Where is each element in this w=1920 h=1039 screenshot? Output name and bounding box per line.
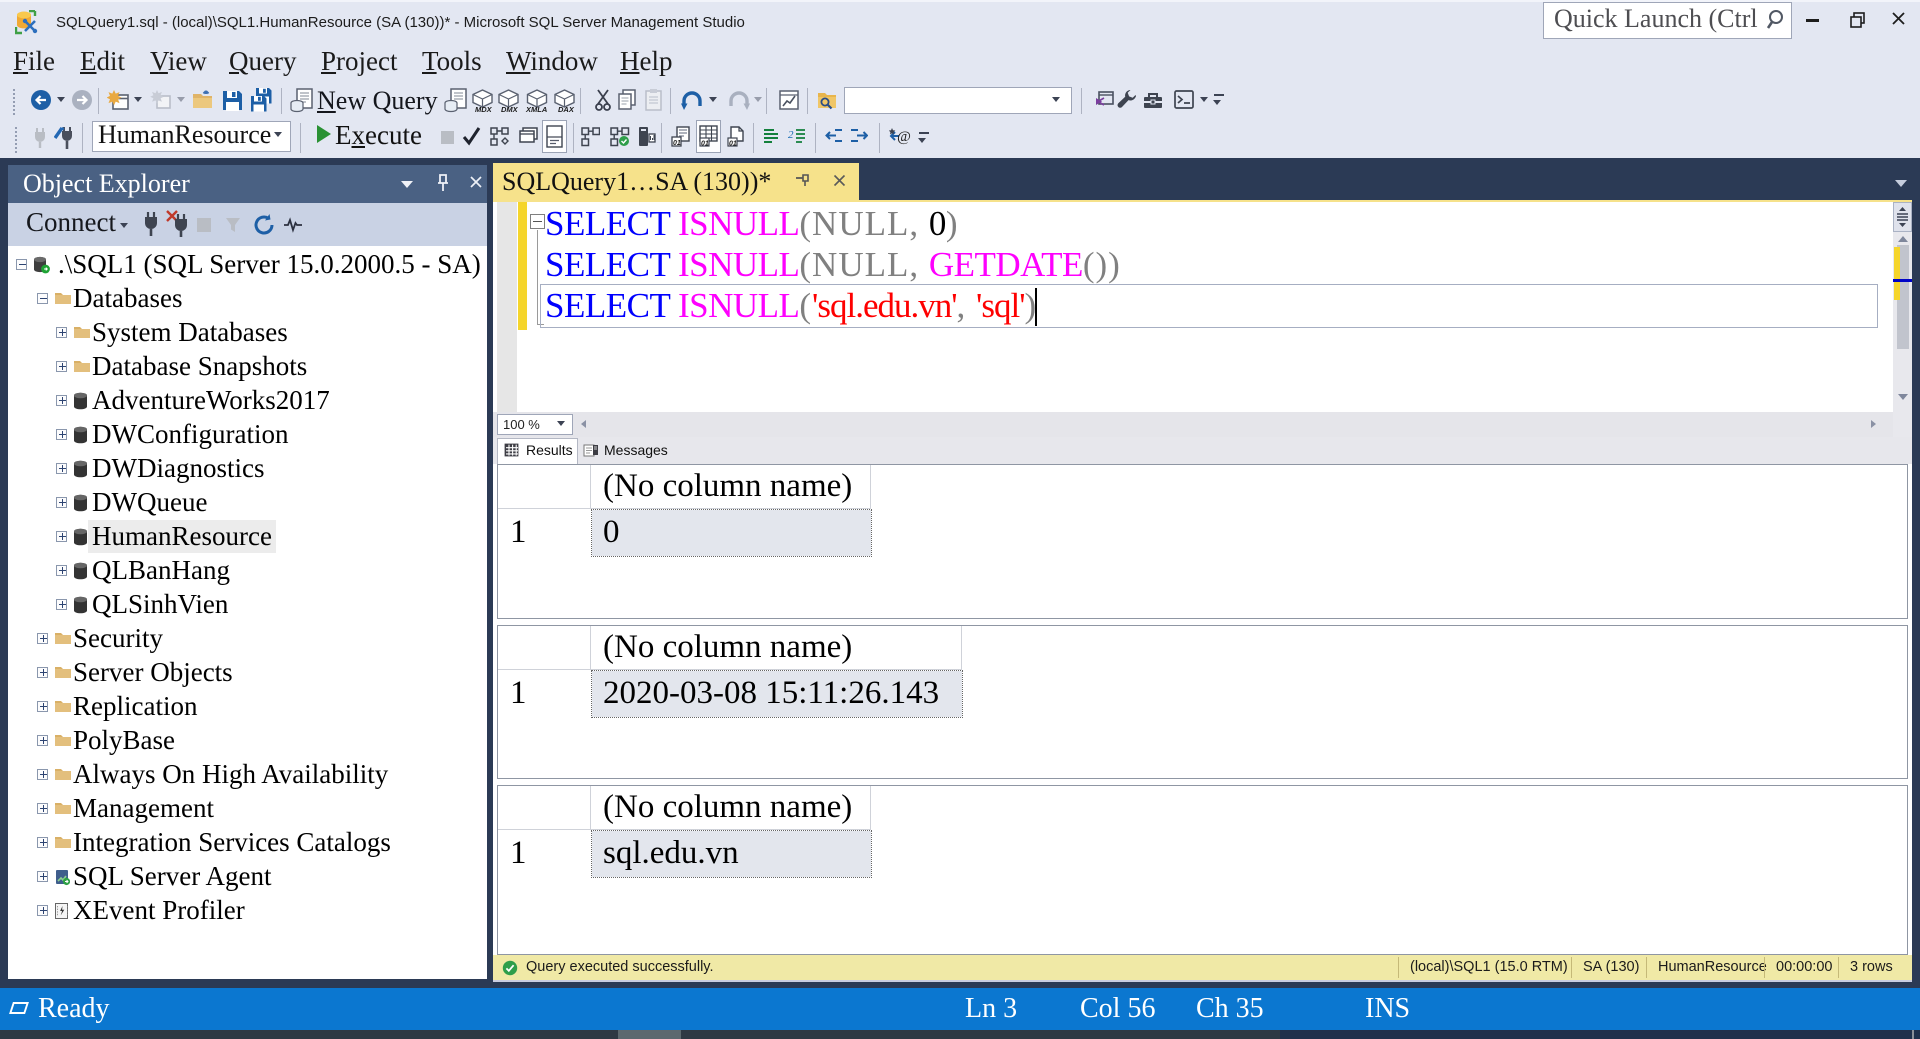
svg-text:MDX: MDX (475, 105, 493, 113)
svg-text:DMX: DMX (501, 105, 519, 113)
svg-text:01: 01 (673, 140, 681, 147)
svg-text:@: @ (897, 129, 911, 145)
svg-text:2: 2 (788, 129, 794, 141)
svg-text:XMLA: XMLA (525, 105, 547, 113)
svg-text:01: 01 (701, 141, 709, 148)
svg-text:DAX: DAX (558, 105, 575, 113)
svg-text:01: 01 (729, 141, 737, 148)
